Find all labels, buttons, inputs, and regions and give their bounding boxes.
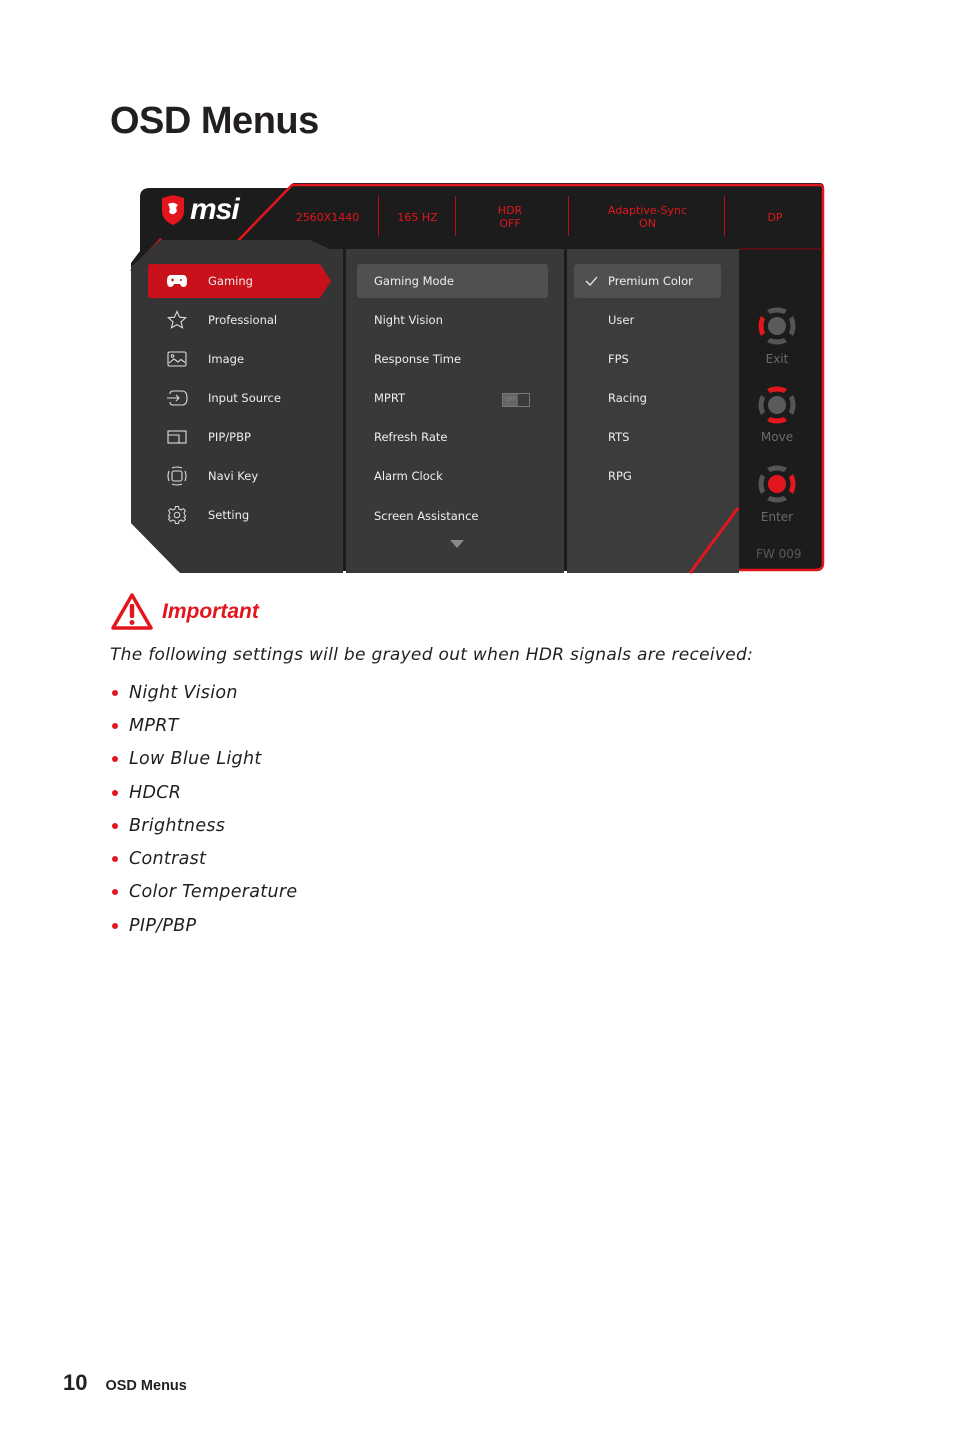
- submenu-item-refresh-rate[interactable]: Refresh Rate: [357, 420, 548, 454]
- option-racing[interactable]: Racing: [574, 381, 721, 415]
- scroll-down-arrow-icon[interactable]: [450, 540, 464, 548]
- bullet-dot: [112, 822, 118, 829]
- submenu-item-screen-assistance[interactable]: Screen Assistance: [357, 499, 548, 533]
- msi-logo: msi: [160, 193, 240, 226]
- footer-section-title: OSD Menus: [105, 1378, 187, 1394]
- checkmark-icon: [585, 276, 598, 286]
- list-item: Brightness: [110, 809, 297, 842]
- option-premium-color[interactable]: Premium Color: [574, 264, 721, 298]
- menu-item-image[interactable]: Image: [148, 342, 328, 376]
- status-input: DP: [767, 210, 783, 224]
- submenu-item-gaming-mode[interactable]: Gaming Mode: [357, 264, 548, 298]
- bullet-dot: [112, 889, 118, 896]
- page-footer: 10 OSD Menus: [63, 1370, 187, 1396]
- bullet-dot: [112, 789, 118, 796]
- navi-hint-enter-label: Enter: [760, 510, 794, 524]
- submenu-item-mprt[interactable]: MPRT OFF: [357, 381, 548, 415]
- list-item: Night Vision: [110, 676, 297, 709]
- menu-item-navi-key[interactable]: Navi Key: [148, 459, 328, 493]
- gear-icon: [166, 504, 188, 526]
- menu-item-pip-pbp[interactable]: PIP/PBP: [148, 420, 328, 454]
- important-notice-header: Important: [110, 592, 259, 632]
- navi-key-enter-icon: [758, 465, 796, 503]
- star-icon: [166, 309, 188, 331]
- msi-wordmark: msi: [190, 193, 240, 226]
- pip-icon: [166, 426, 188, 448]
- navi-key-icon: [166, 465, 188, 487]
- image-icon: [166, 348, 188, 370]
- important-intro: The following settings will be grayed ou…: [110, 645, 754, 665]
- navi-key-exit-icon: [758, 307, 796, 345]
- list-item: Low Blue Light: [110, 743, 297, 776]
- status-divider: [568, 196, 569, 236]
- navi-hint-exit-label: Exit: [765, 352, 789, 366]
- option-user[interactable]: User: [574, 303, 721, 337]
- msi-dragon-shield-icon: [162, 195, 184, 225]
- navi-key-move-icon: [758, 386, 796, 424]
- status-refresh-rate: 165 HZ: [397, 210, 438, 224]
- option-fps[interactable]: FPS: [574, 342, 721, 376]
- submenu-item-night-vision[interactable]: Night Vision: [357, 303, 548, 337]
- osd-menu-screenshot: msi 2560X1440 165 HZ HDR OFF Adaptive-Syn…: [130, 183, 825, 575]
- submenu-item-alarm-clock[interactable]: Alarm Clock: [357, 459, 548, 493]
- bullet-dot: [112, 756, 118, 763]
- page-title: OSD Menus: [110, 100, 319, 142]
- page-number: 10: [63, 1370, 88, 1395]
- warning-icon: [111, 593, 153, 630]
- menu-item-gaming[interactable]: Gaming: [148, 264, 328, 298]
- input-source-icon: [166, 387, 188, 409]
- list-item: PIP/PBP: [110, 909, 297, 942]
- list-item: Color Temperature: [110, 876, 297, 909]
- list-item: HDCR: [110, 776, 297, 809]
- menu-item-professional[interactable]: Professional: [148, 303, 328, 337]
- navi-hint-move-label: Move: [760, 430, 794, 444]
- list-item: MPRT: [110, 709, 297, 742]
- option-rpg[interactable]: RPG: [574, 459, 721, 493]
- gamepad-icon: [166, 270, 188, 292]
- menu-item-input-source[interactable]: Input Source: [148, 381, 328, 415]
- status-hdr: HDR OFF: [497, 204, 523, 230]
- mprt-toggle[interactable]: OFF: [502, 393, 530, 407]
- list-item: Contrast: [110, 842, 297, 875]
- firmware-version: FW 009: [756, 547, 802, 561]
- option-rts[interactable]: RTS: [574, 420, 721, 454]
- menu-item-setting[interactable]: Setting: [148, 498, 328, 532]
- status-divider: [724, 196, 725, 236]
- bullet-dot: [112, 689, 118, 696]
- status-divider: [378, 196, 379, 236]
- bullet-dot: [112, 722, 118, 729]
- important-title: Important: [162, 600, 259, 623]
- grayed-settings-list: Night Vision MPRT Low Blue Light HDCR Br…: [110, 676, 297, 942]
- status-divider: [455, 196, 456, 236]
- submenu-item-response-time[interactable]: Response Time: [357, 342, 548, 376]
- status-resolution: 2560X1440: [295, 210, 360, 224]
- bullet-dot: [112, 856, 118, 863]
- status-adaptive-sync: Adaptive-Sync ON: [607, 204, 688, 230]
- bullet-dot: [112, 922, 118, 929]
